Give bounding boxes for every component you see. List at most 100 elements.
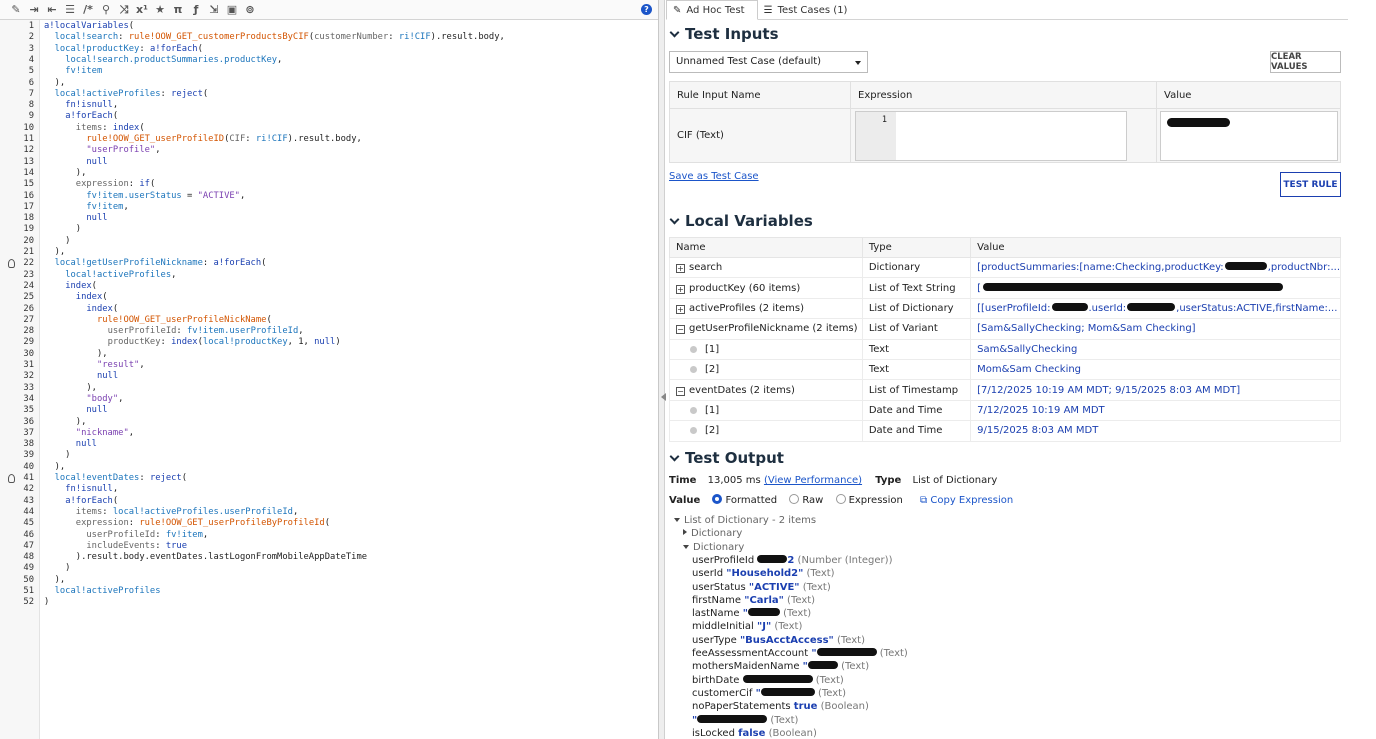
tab-ad-hoc-test[interactable]: ✎ Ad Hoc Test xyxy=(666,0,758,20)
code-text: ) xyxy=(44,235,71,246)
radio-formatted[interactable] xyxy=(712,494,723,504)
code-line: 35 null xyxy=(0,405,658,416)
test-case-select[interactable]: Unnamed Test Case (default) xyxy=(669,51,868,73)
tab-bar: ✎ Ad Hoc Test ☰ Test Cases (1) xyxy=(666,0,1348,20)
field-value: "BusAcctAccess" xyxy=(739,634,834,646)
image-icon[interactable]: ▣ xyxy=(224,2,240,18)
variable-name: [1] xyxy=(669,399,863,422)
line-number: 48 xyxy=(23,552,34,563)
test-inputs-header[interactable]: Test Inputs xyxy=(669,25,779,43)
code-text: local!productKey: a!forEach( xyxy=(54,43,203,54)
editor-toolbar: ✎ ⇥ ⇤ ☰/* ⚲ ⤨ x¹ ★ π ƒ ⇲ ▣ ⊚ xyxy=(0,0,658,20)
local-variables-header[interactable]: Local Variables xyxy=(669,212,813,230)
list-icon[interactable]: ☰ xyxy=(62,2,78,18)
radio-expression[interactable] xyxy=(835,494,846,504)
field-key: lastName xyxy=(692,608,740,620)
line-number: 2 xyxy=(28,32,34,43)
code-line: 5 fv!item xyxy=(0,66,658,77)
fx-icon[interactable]: x¹ xyxy=(134,2,150,18)
code-line: 28 userProfileId: fv!item.userProfileId, xyxy=(0,326,658,337)
line-number: 11 xyxy=(23,134,34,144)
code-line: 37 "nickname", xyxy=(0,428,658,439)
code-text: null xyxy=(75,439,97,450)
indent-icon[interactable]: ⇥ xyxy=(26,2,42,18)
line-number: 49 xyxy=(23,563,34,574)
copy-expression-link[interactable]: Copy Expression xyxy=(930,495,1013,506)
redacted-mark xyxy=(1224,262,1267,271)
local-variable-row: [1] Date and Time 7/12/2025 10:19 AM MDT xyxy=(669,399,1341,422)
code-text: includeEvents: true xyxy=(86,540,188,551)
code-line: 1 a!localVariables( xyxy=(0,21,658,32)
code-text: local!getUserProfileNickname: a!forEach( xyxy=(54,258,267,269)
field-value: "Household2" xyxy=(726,568,804,580)
variable-name-text: productKey (60 items) xyxy=(689,282,801,294)
redacted-mark xyxy=(760,687,815,696)
tree-field: userStatus "ACTIVE" (Text) xyxy=(692,581,831,594)
variable-name[interactable]: − eventDates (2 items) xyxy=(669,379,863,401)
lightbulb-icon[interactable] xyxy=(8,474,15,483)
collapse-minus-icon[interactable]: − xyxy=(676,325,685,335)
value-text: Sam&SallyChecking xyxy=(977,343,1078,355)
expression-input[interactable]: 1 xyxy=(855,110,1127,161)
collapse-minus-icon[interactable]: − xyxy=(676,386,685,396)
code-text: ), xyxy=(44,416,87,427)
tree-field: userId "Household2" (Text) xyxy=(692,567,835,580)
variable-value: [ xyxy=(970,277,1341,299)
field-value: " xyxy=(742,608,748,620)
field-key: noPaperStatements xyxy=(692,701,791,713)
clear-values-button[interactable]: CLEAR VALUES xyxy=(1270,51,1341,73)
code-line: 49 ) xyxy=(0,563,658,574)
test-rule-button[interactable]: TEST RULE xyxy=(1280,172,1341,197)
variable-name[interactable]: + productKey (60 items) xyxy=(669,277,863,299)
pane-splitter[interactable] xyxy=(659,0,665,739)
search-icon[interactable]: ⚲ xyxy=(98,2,114,18)
radio-raw[interactable] xyxy=(789,494,800,504)
tree-field: isLocked false (Boolean) xyxy=(692,727,817,739)
outdent-icon[interactable]: ⇤ xyxy=(44,2,60,18)
line-number: 14 xyxy=(23,167,34,178)
lightbulb-icon[interactable] xyxy=(8,259,15,269)
value-text: [ xyxy=(977,282,982,294)
local-variable-row: + productKey (60 items) List of Text Strin… xyxy=(669,277,1341,299)
variable-value: 7/12/2025 10:19 AM MDT xyxy=(970,399,1341,422)
tree-dictionary-2[interactable]: Dictionary xyxy=(683,541,744,554)
wand-icon[interactable]: ✎ xyxy=(8,2,24,18)
value-input[interactable] xyxy=(1160,110,1338,161)
code-line: 45 expression: rule!OOW_GET_userProfileB… xyxy=(0,518,658,529)
scan-icon[interactable]: ⊚ xyxy=(242,2,258,18)
tree-root[interactable]: List of Dictionary - 2 items xyxy=(674,514,816,527)
star-icon[interactable]: ★ xyxy=(152,2,168,18)
variable-name[interactable]: + activeProfiles (2 items) xyxy=(669,297,863,320)
line-number: 1 xyxy=(28,21,34,31)
field-type: (Text) xyxy=(783,608,812,620)
column-header: Expression xyxy=(850,81,1157,109)
help-icon[interactable]: ? xyxy=(641,4,652,15)
tab-test-cases[interactable]: ☰ Test Cases (1) xyxy=(758,0,860,20)
function-icon[interactable]: ƒ xyxy=(188,2,204,18)
variable-name[interactable]: − getUserProfileNickname (2 items) xyxy=(669,318,863,340)
line-number: 50 xyxy=(23,574,34,585)
column-header: Name xyxy=(669,237,863,258)
shuffle-icon[interactable]: ⤨ xyxy=(116,2,132,18)
variable-value: Sam&SallyChecking xyxy=(970,338,1341,360)
value-cell xyxy=(1156,108,1341,163)
save-as-test-case-link[interactable]: Save as Test Case xyxy=(669,171,759,182)
code-area[interactable]: 1 a!localVariables(2 local!search: rule!O… xyxy=(0,20,658,739)
field-key: userId xyxy=(692,568,724,580)
tree-dictionary-1[interactable]: Dictionary xyxy=(683,527,742,540)
field-key: middleInitial xyxy=(692,621,754,633)
code-text: ) xyxy=(44,563,71,574)
scrollbar[interactable] xyxy=(1348,0,1376,739)
test-output-header[interactable]: Test Output xyxy=(669,449,784,467)
expand-plus-icon[interactable]: + xyxy=(676,304,685,314)
variable-name[interactable]: + search xyxy=(669,256,863,279)
line-number: 40 xyxy=(23,461,34,472)
pi-icon[interactable]: π xyxy=(170,2,186,18)
expand-plus-icon[interactable]: + xyxy=(676,264,685,274)
value-text: [Sam&SallyChecking; Mom&Sam Checking] xyxy=(977,323,1196,335)
line-number: 29 xyxy=(23,337,34,348)
expand-plus-icon[interactable]: + xyxy=(676,284,685,294)
comment-icon[interactable]: /* xyxy=(80,2,96,18)
import-icon[interactable]: ⇲ xyxy=(206,2,222,18)
view-performance-link[interactable]: (View Performance) xyxy=(764,475,862,486)
